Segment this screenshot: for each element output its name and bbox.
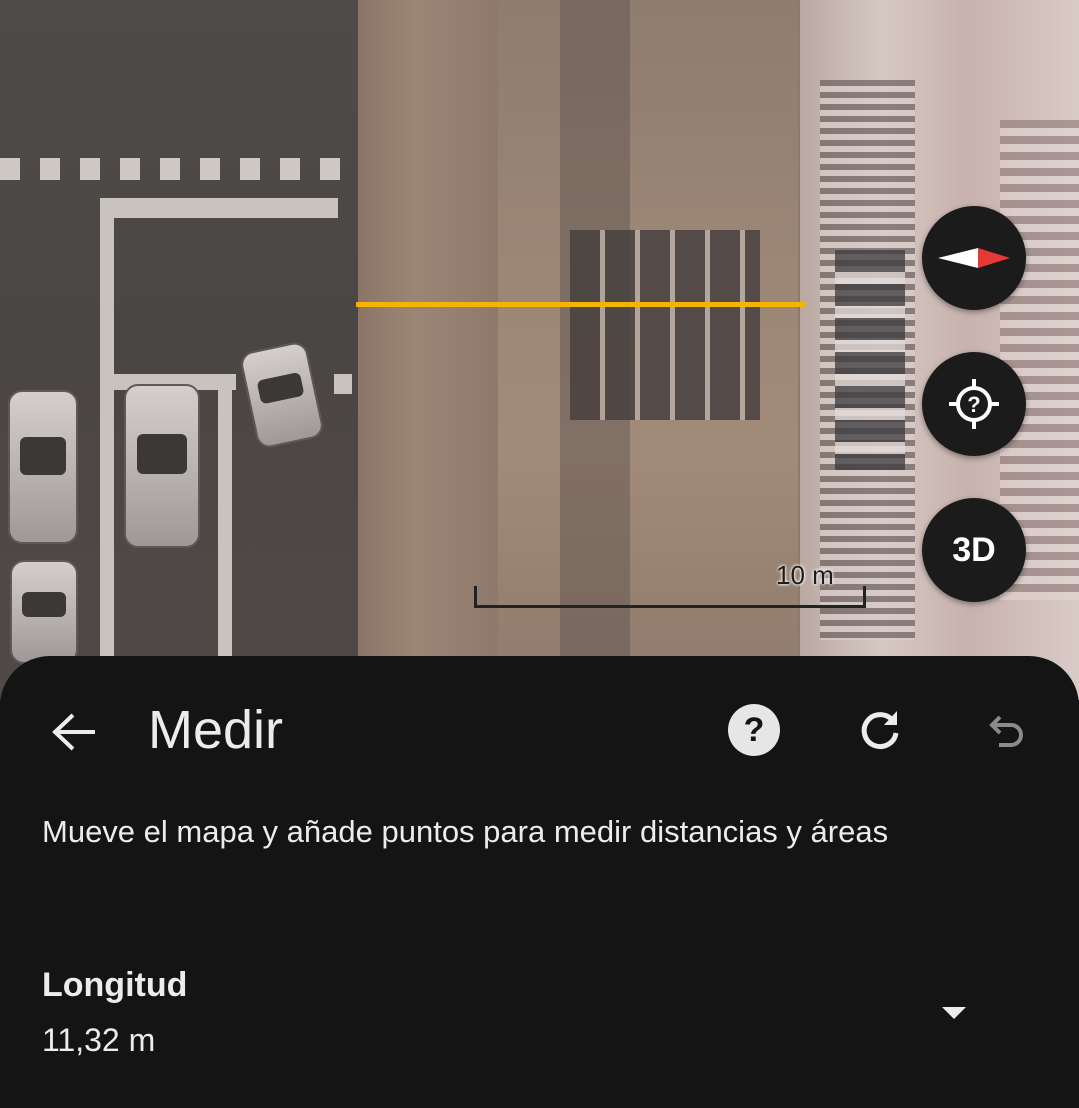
reset-button[interactable]: [852, 702, 908, 758]
expand-button[interactable]: [928, 990, 980, 1036]
map-car: [124, 384, 200, 548]
map-grate: [570, 230, 760, 420]
back-button[interactable]: [46, 706, 102, 758]
map-parking-line: [218, 380, 232, 658]
compass-icon: [938, 248, 1010, 268]
undo-button[interactable]: [978, 702, 1034, 758]
length-value: 11,32 m: [42, 1022, 156, 1058]
instructions-text: Mueve el mapa y añade puntos para medir …: [42, 814, 889, 849]
page-title: Medir: [148, 700, 284, 760]
view-3d-label: 3D: [952, 530, 996, 569]
map-road-marking: [0, 158, 345, 180]
help-button[interactable]: ?: [728, 704, 780, 756]
arrow-left-icon: [52, 713, 95, 751]
map-car: [8, 390, 78, 544]
caret-down-icon: [942, 1007, 966, 1019]
undo-icon: [989, 715, 1023, 747]
scale-bar: [474, 586, 866, 608]
length-label: Longitud: [42, 966, 188, 1004]
map-building-windows: [835, 250, 905, 470]
help-icon: ?: [743, 710, 765, 749]
compass-button[interactable]: [922, 206, 1026, 310]
map-parking-line: [100, 198, 114, 658]
locate-button[interactable]: ?: [922, 352, 1026, 456]
map-parking-line: [100, 198, 338, 218]
locate-icon: ?: [949, 379, 999, 429]
view-3d-button[interactable]: 3D: [922, 498, 1026, 602]
map-parking-line: [334, 374, 352, 394]
satellite-map[interactable]: 10 m ? 3D: [0, 0, 1079, 700]
refresh-icon: [861, 711, 899, 750]
measurement-line: [356, 302, 806, 307]
svg-text:?: ?: [967, 392, 980, 417]
map-car: [10, 560, 78, 664]
